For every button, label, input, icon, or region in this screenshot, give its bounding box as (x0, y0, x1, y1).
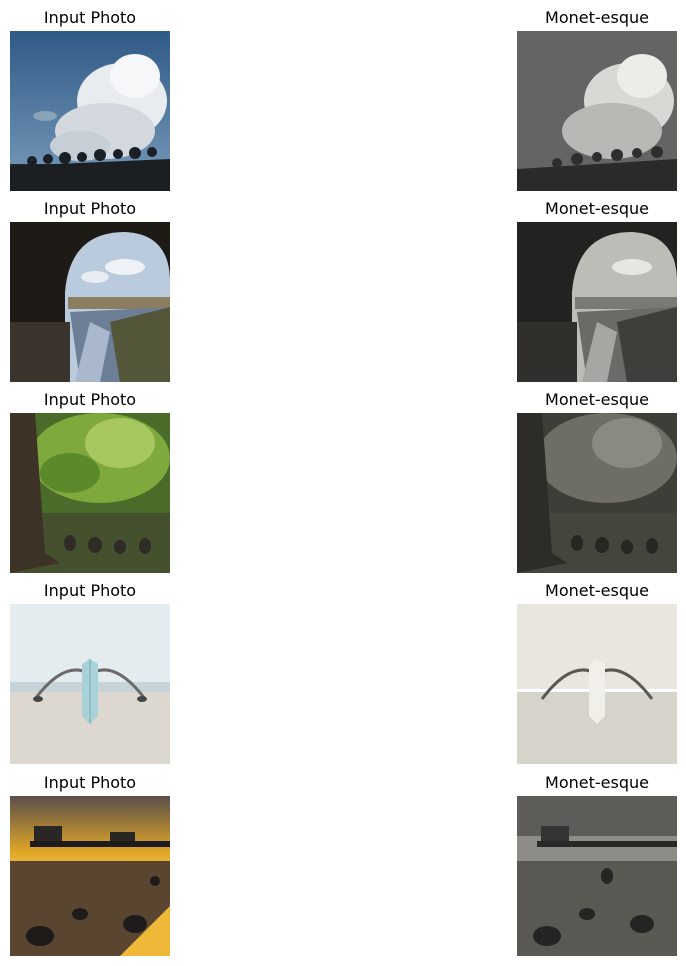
monet-output-3 (517, 413, 677, 573)
monet-output-1 (517, 31, 677, 191)
input-title-4: Input Photo (43, 581, 137, 600)
input-photo-5 (10, 796, 170, 956)
output-title-1: Monet-esque (545, 8, 649, 27)
input-photo-1 (10, 31, 170, 191)
input-photo-3 (10, 413, 170, 573)
input-photo-4 (10, 604, 170, 764)
input-photo-2 (10, 222, 170, 382)
monet-output-5 (517, 796, 677, 956)
output-title-5: Monet-esque (545, 773, 649, 792)
input-title-2: Input Photo (43, 199, 137, 218)
input-title-5: Input Photo (43, 773, 137, 792)
monet-output-2 (517, 222, 677, 382)
input-title-1: Input Photo (43, 8, 137, 27)
monet-output-4 (517, 604, 677, 764)
output-title-3: Monet-esque (545, 390, 649, 409)
output-title-4: Monet-esque (545, 581, 649, 600)
input-title-3: Input Photo (43, 390, 137, 409)
output-title-2: Monet-esque (545, 199, 649, 218)
